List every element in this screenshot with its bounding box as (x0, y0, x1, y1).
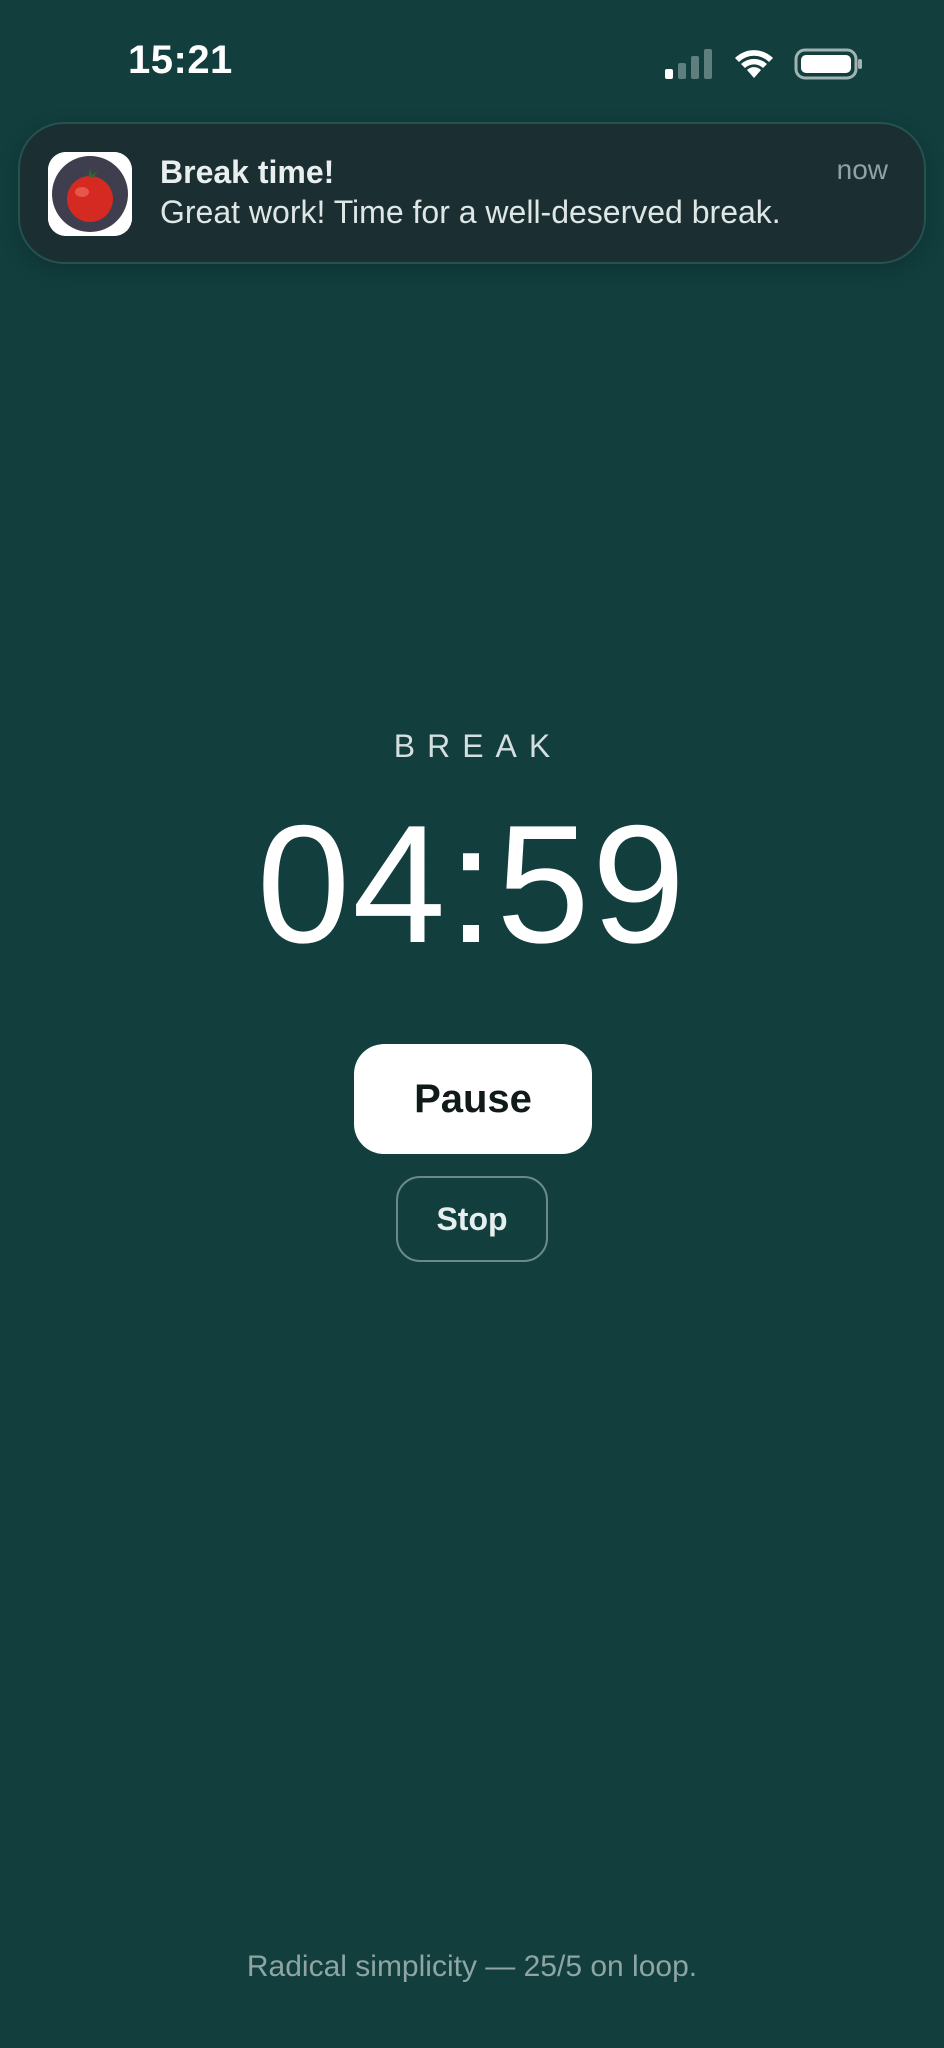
notification-time: now (836, 154, 888, 185)
notification-title: Break time! (160, 154, 335, 190)
countdown-timer: 04:59 (256, 790, 688, 978)
stop-button[interactable]: Stop (396, 1176, 548, 1262)
status-time: 15:21 (128, 38, 233, 82)
wifi-icon (735, 50, 773, 78)
notification-body: Great work! Time for a well-deserved bre… (160, 194, 781, 230)
status-icons (664, 46, 864, 82)
break-notification[interactable]: Break time! Great work! Time for a well-… (18, 122, 926, 264)
battery-icon (794, 48, 862, 80)
cellular-signal-icon (665, 49, 712, 79)
timer-mode-label: BREAK (393, 728, 563, 764)
tomato-icon (48, 152, 132, 236)
status-bar: 15:21 (0, 0, 944, 120)
footer-tagline: Radical simplicity — 25/5 on loop. (246, 1950, 698, 1983)
pause-button[interactable]: Pause (354, 1044, 592, 1154)
